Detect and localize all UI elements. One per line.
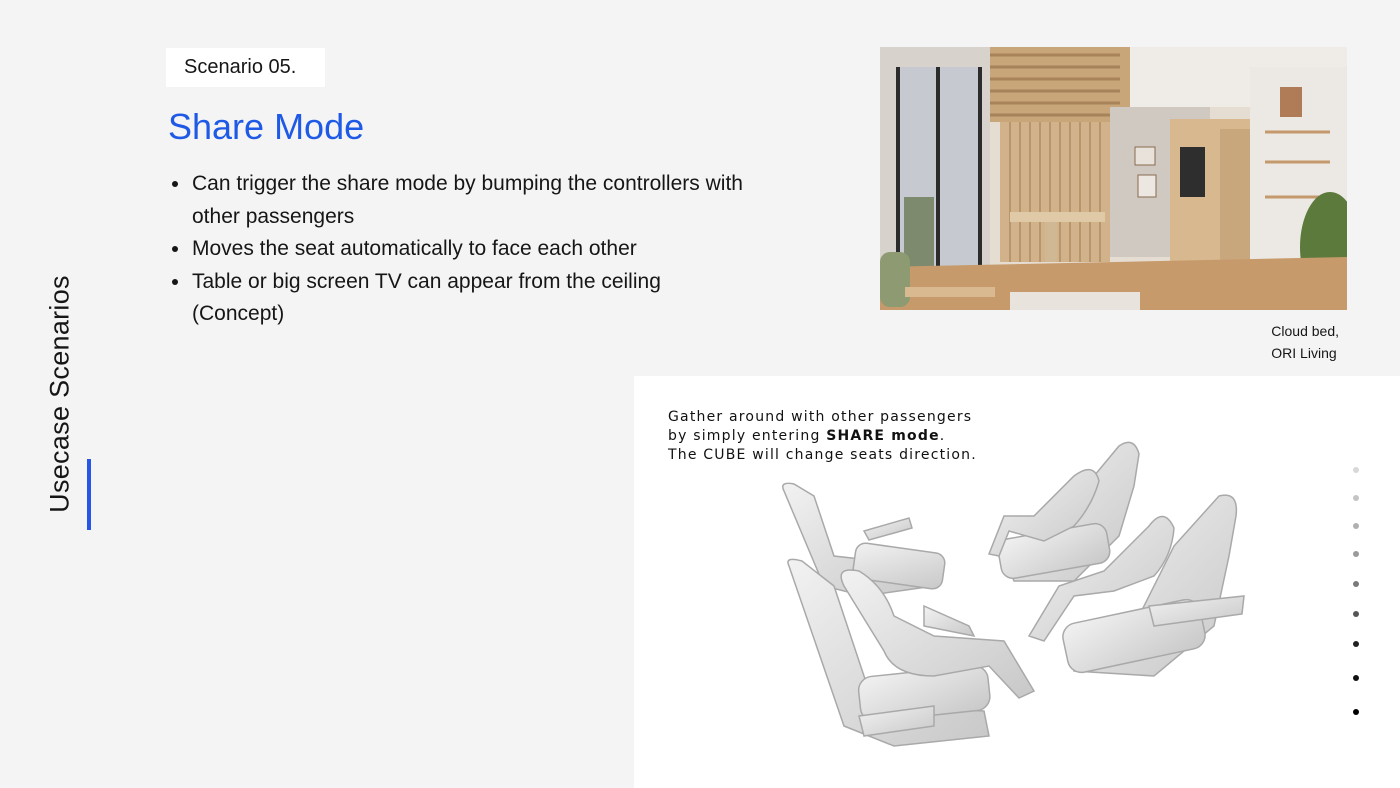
panel-line: Gather around with other passengers xyxy=(668,409,973,425)
list-item: Can trigger the share mode by bumping th… xyxy=(172,168,752,233)
list-item: Table or big screen TV can appear from t… xyxy=(172,266,752,331)
pagination-dot[interactable] xyxy=(1353,709,1359,715)
photo-caption: Cloud bed, ORI Living xyxy=(1271,320,1339,364)
caption-line: Cloud bed, xyxy=(1271,323,1339,339)
pagination-dot[interactable] xyxy=(1353,611,1359,617)
list-item: Moves the seat automatically to face eac… xyxy=(172,233,752,266)
pagination-dots xyxy=(1353,467,1363,715)
page-title: Share Mode xyxy=(168,106,365,147)
pagination-dot[interactable] xyxy=(1353,467,1359,473)
pagination-dot[interactable] xyxy=(1353,495,1359,501)
share-mode-panel: Gather around with other passengers by s… xyxy=(634,376,1400,788)
bullet-list: Can trigger the share mode by bumping th… xyxy=(172,168,752,331)
scenario-badge: Scenario 05. xyxy=(166,48,325,87)
caption-line: ORI Living xyxy=(1271,345,1337,361)
pagination-dot[interactable] xyxy=(1353,641,1359,647)
pagination-dot[interactable] xyxy=(1353,581,1359,587)
seats-illustration xyxy=(782,441,1245,747)
side-accent-bar xyxy=(87,459,91,530)
interior-photo-illustration xyxy=(880,47,1347,310)
interior-photo xyxy=(880,47,1347,310)
side-section-label: Usecase Scenarios xyxy=(44,275,75,513)
pagination-dot[interactable] xyxy=(1353,551,1359,557)
pagination-dot[interactable] xyxy=(1353,523,1359,529)
pagination-dot[interactable] xyxy=(1353,675,1359,681)
